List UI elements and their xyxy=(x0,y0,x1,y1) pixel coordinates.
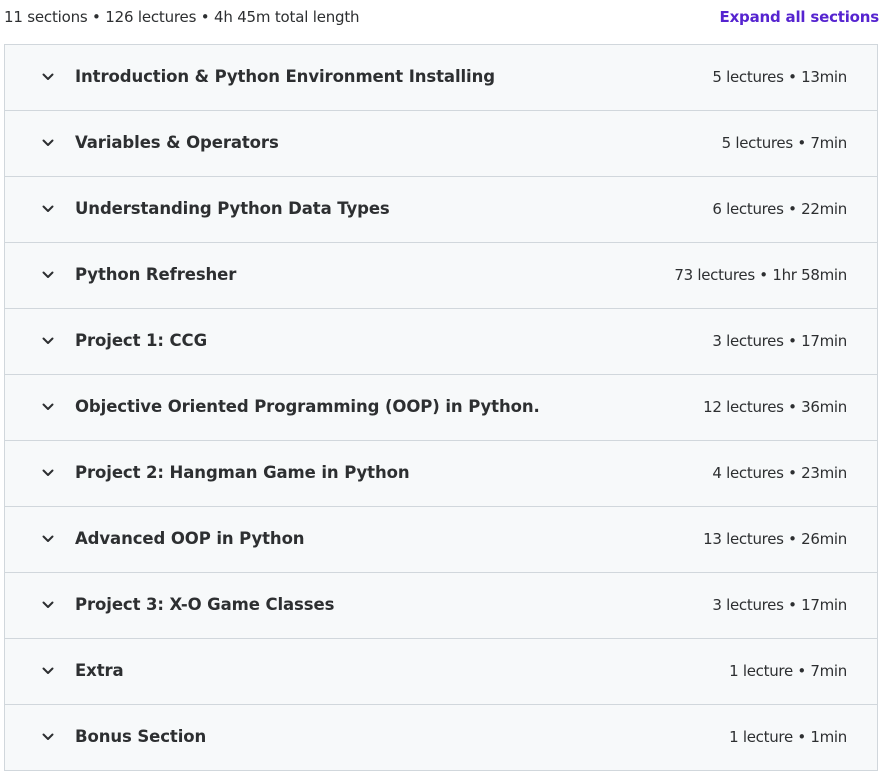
section-lecture-count: 1 lecture • 7min xyxy=(729,662,847,680)
section-row[interactable]: Introduction & Python Environment Instal… xyxy=(5,45,877,111)
section-row[interactable]: Bonus Section 1 lecture • 1min xyxy=(5,705,877,770)
section-row[interactable]: Python Refresher 73 lectures • 1hr 58min xyxy=(5,243,877,309)
chevron-down-icon xyxy=(42,271,54,278)
section-lecture-count: 73 lectures • 1hr 58min xyxy=(674,266,847,284)
section-lecture-count: 3 lectures • 17min xyxy=(712,332,847,350)
section-title: Extra xyxy=(75,661,124,680)
chevron-down-icon xyxy=(42,469,54,476)
section-lecture-count: 6 lectures • 22min xyxy=(712,200,847,218)
section-row[interactable]: Project 3: X-O Game Classes 3 lectures •… xyxy=(5,573,877,639)
course-content-summary-bar: 11 sections • 126 lectures • 4h 45m tota… xyxy=(0,0,884,36)
section-row[interactable]: Project 2: Hangman Game in Python 4 lect… xyxy=(5,441,877,507)
section-lecture-count: 5 lectures • 7min xyxy=(721,134,848,152)
section-title: Project 3: X-O Game Classes xyxy=(75,595,335,614)
section-title: Advanced OOP in Python xyxy=(75,529,305,548)
section-lecture-count: 4 lectures • 23min xyxy=(712,464,847,482)
section-title: Understanding Python Data Types xyxy=(75,199,390,218)
section-lecture-count: 3 lectures • 17min xyxy=(712,596,847,614)
section-row[interactable]: Advanced OOP in Python 13 lectures • 26m… xyxy=(5,507,877,573)
section-row[interactable]: Understanding Python Data Types 6 lectur… xyxy=(5,177,877,243)
section-lecture-count: 13 lectures • 26min xyxy=(703,530,847,548)
chevron-down-icon xyxy=(42,535,54,542)
section-title: Objective Oriented Programming (OOP) in … xyxy=(75,397,540,416)
section-lecture-count: 12 lectures • 36min xyxy=(703,398,847,416)
section-title: Variables & Operators xyxy=(75,133,279,152)
section-row[interactable]: Variables & Operators 5 lectures • 7min xyxy=(5,111,877,177)
chevron-down-icon xyxy=(42,139,54,146)
chevron-down-icon xyxy=(42,733,54,740)
section-title: Project 2: Hangman Game in Python xyxy=(75,463,410,482)
course-content-summary: 11 sections • 126 lectures • 4h 45m tota… xyxy=(4,8,360,26)
section-row[interactable]: Project 1: CCG 3 lectures • 17min xyxy=(5,309,877,375)
section-title: Bonus Section xyxy=(75,727,207,746)
section-row[interactable]: Objective Oriented Programming (OOP) in … xyxy=(5,375,877,441)
section-title: Project 1: CCG xyxy=(75,331,208,350)
chevron-down-icon xyxy=(42,205,54,212)
chevron-down-icon xyxy=(42,667,54,674)
section-row[interactable]: Extra 1 lecture • 7min xyxy=(5,639,877,705)
curriculum-section-list: Introduction & Python Environment Instal… xyxy=(4,44,878,771)
expand-all-sections-button[interactable]: Expand all sections xyxy=(720,8,880,26)
chevron-down-icon xyxy=(42,601,54,608)
chevron-down-icon xyxy=(42,73,54,80)
section-title: Python Refresher xyxy=(75,265,237,284)
section-title: Introduction & Python Environment Instal… xyxy=(75,67,495,86)
section-lecture-count: 1 lecture • 1min xyxy=(729,728,847,746)
chevron-down-icon xyxy=(42,337,54,344)
chevron-down-icon xyxy=(42,403,54,410)
section-lecture-count: 5 lectures • 13min xyxy=(712,68,847,86)
